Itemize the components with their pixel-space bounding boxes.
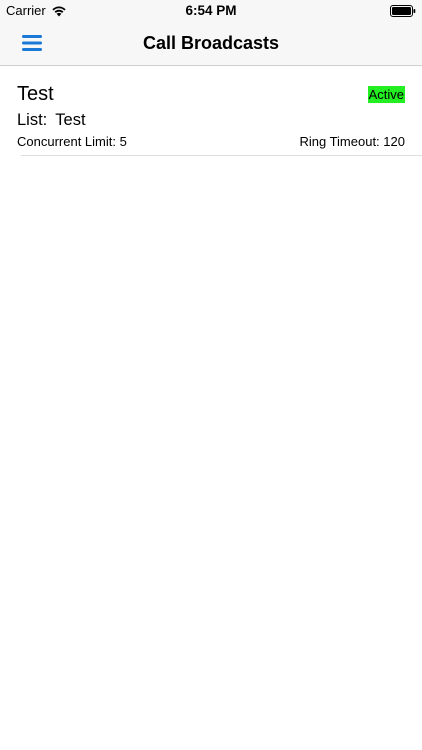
row-divider: [21, 155, 422, 156]
broadcast-list: Test Active List: Test Concurrent Limit: …: [0, 66, 422, 156]
ring-timeout-value: 120: [383, 134, 405, 149]
battery-icon: [390, 5, 416, 17]
navigation-bar: Call Broadcasts: [0, 22, 422, 66]
ring-timeout: Ring Timeout: 120: [299, 134, 405, 149]
ring-timeout-label: Ring Timeout:: [299, 134, 380, 149]
broadcast-row[interactable]: Test Active List: Test Concurrent Limit: …: [0, 66, 422, 156]
status-badge: Active: [367, 86, 405, 103]
clock-time: 6:54 PM: [185, 3, 237, 18]
concurrent-limit: Concurrent Limit: 5: [17, 134, 127, 149]
list-info: List: Test: [17, 111, 86, 130]
concurrent-limit-label: Concurrent Limit:: [17, 134, 116, 149]
broadcast-title: Test: [17, 83, 54, 105]
status-bar: Carrier 6:54 PM: [0, 0, 422, 22]
concurrent-limit-value: 5: [119, 134, 127, 149]
list-label: List:: [17, 111, 48, 129]
list-name: Test: [55, 111, 86, 129]
page-title: Call Broadcasts: [142, 33, 280, 53]
